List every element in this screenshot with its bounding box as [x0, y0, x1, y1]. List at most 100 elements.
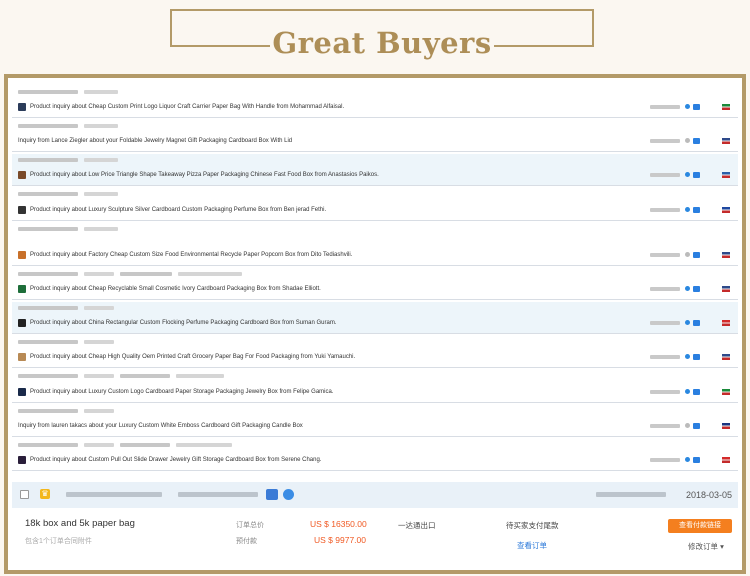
modify-order-dropdown[interactable]: 修改订单 ▾: [688, 541, 724, 552]
inquiry-text[interactable]: Inquiry from lauren takacs about your Lu…: [18, 423, 303, 429]
blurred-meta: [18, 272, 78, 276]
product-thumbnail: [18, 251, 26, 259]
inquiry-text[interactable]: Product inquiry about Cheap High Quality…: [30, 354, 355, 360]
chat-icon[interactable]: [283, 489, 294, 500]
ca-flag: [722, 320, 730, 326]
inquiry-text[interactable]: Product inquiry about Luxury Custom Logo…: [30, 389, 334, 395]
product-thumbnail: [18, 285, 26, 293]
chat-icon[interactable]: [693, 320, 700, 326]
inquiry-row[interactable]: Product inquiry about Cheap High Quality…: [12, 336, 738, 368]
order-header: ♛ 2018-03-05: [12, 482, 738, 508]
buyer-name-blurred: [650, 287, 680, 291]
buyer-name-blurred: [650, 424, 680, 428]
blurred-meta: [84, 90, 118, 94]
inquiry-text[interactable]: Product inquiry about Luxury Sculpture S…: [30, 207, 326, 213]
inquiry-text[interactable]: Product inquiry about China Rectangular …: [30, 320, 336, 326]
chat-icon[interactable]: [693, 138, 700, 144]
product-thumbnail: [18, 388, 26, 396]
blurred-meta: [84, 306, 114, 310]
blurred-meta: [84, 409, 114, 413]
blurred-meta: [178, 272, 242, 276]
chat-icon[interactable]: [693, 172, 700, 178]
inquiry-text[interactable]: Inquiry from Lance Ziegler about your Fo…: [18, 138, 292, 144]
chat-icon[interactable]: [693, 286, 700, 292]
frame-line: [170, 9, 172, 47]
inquiry-row[interactable]: Product inquiry about Custom Pull Out Sl…: [12, 439, 738, 471]
blurred-meta: [120, 374, 170, 378]
buyer-name-blurred: [650, 253, 680, 257]
au-flag: [722, 423, 730, 429]
chat-icon[interactable]: [693, 457, 700, 463]
blurred-meta: [120, 272, 172, 276]
blurred-meta: [120, 443, 170, 447]
page-header: Great Buyers: [0, 0, 750, 68]
inquiry-text[interactable]: Product inquiry about Low Price Triangle…: [30, 172, 379, 178]
buyer-name-blurred: [650, 105, 680, 109]
blurred-meta: [18, 124, 78, 128]
online-status-icon: [685, 423, 690, 428]
inquiry-text[interactable]: Product inquiry about Cheap Custom Print…: [30, 104, 344, 110]
inquiry-text[interactable]: Product inquiry about Factory Cheap Cust…: [30, 252, 352, 258]
blurred-meta: [84, 124, 118, 128]
online-status-icon: [685, 207, 690, 212]
blurred-meta: [84, 443, 114, 447]
inquiry-row[interactable]: Product inquiry about Factory Cheap Cust…: [12, 223, 738, 266]
blurred-meta: [18, 158, 78, 162]
online-status-icon: [685, 252, 690, 257]
product-thumbnail: [18, 206, 26, 214]
payment-status: 待买家支付尾款: [506, 521, 559, 530]
order-number-blurred: [66, 492, 162, 497]
product-thumbnail: [18, 353, 26, 361]
blurred-meta: [84, 272, 114, 276]
order-checkbox[interactable]: [20, 490, 29, 499]
fr-flag: [722, 207, 730, 213]
inquiry-row[interactable]: Product inquiry about Cheap Custom Print…: [12, 86, 738, 118]
chat-icon[interactable]: [693, 423, 700, 429]
online-status-icon: [685, 104, 690, 109]
contact-card-icon[interactable]: [266, 489, 278, 500]
inquiry-row[interactable]: Product inquiry about Low Price Triangle…: [12, 154, 738, 186]
inquiry-row[interactable]: Inquiry from Lance Ziegler about your Fo…: [12, 120, 738, 152]
chat-icon[interactable]: [693, 354, 700, 360]
us-flag: [722, 252, 730, 258]
online-status-icon: [685, 138, 690, 143]
blurred-meta: [18, 409, 78, 413]
page-title: Great Buyers: [272, 26, 492, 60]
blurred-meta: [84, 192, 118, 196]
inquiry-row[interactable]: Product inquiry about Luxury Sculpture S…: [12, 188, 738, 221]
blurred-meta: [18, 306, 78, 310]
online-status-icon: [685, 389, 690, 394]
chat-icon[interactable]: [693, 389, 700, 395]
inquiry-row[interactable]: Product inquiry about Luxury Custom Logo…: [12, 370, 738, 403]
inquiry-row[interactable]: Inquiry from lauren takacs about your Lu…: [12, 405, 738, 437]
view-payment-link-button[interactable]: 查看付款链接: [668, 519, 732, 533]
chat-icon[interactable]: [693, 252, 700, 258]
inquiry-row[interactable]: Product inquiry about Cheap Recyclable S…: [12, 268, 738, 300]
se-flag: [722, 172, 730, 178]
buyer-name-blurred: [650, 139, 680, 143]
view-order-link[interactable]: 查看订单: [517, 540, 547, 551]
blurred-meta: [18, 374, 78, 378]
inquiry-text[interactable]: Product inquiry about Custom Pull Out Sl…: [30, 457, 321, 463]
blurred-meta: [18, 340, 78, 344]
chat-icon[interactable]: [693, 104, 700, 110]
salesperson-blurred: [596, 492, 666, 497]
blurred-meta: [84, 340, 114, 344]
inquiry-row[interactable]: Product inquiry about China Rectangular …: [12, 302, 738, 334]
total-value: US $ 16350.00: [310, 519, 367, 529]
buyer-name-blurred: [650, 390, 680, 394]
ae-flag: [722, 389, 730, 395]
total-label: 订单总价: [236, 522, 264, 529]
product-thumbnail: [18, 319, 26, 327]
product-thumbnail: [18, 456, 26, 464]
buyer-name-blurred: [178, 492, 258, 497]
ca-flag: [722, 457, 730, 463]
order-attachment-note: 包含1个订单合同附件: [25, 538, 92, 545]
product-thumbnail: [18, 171, 26, 179]
blurred-meta: [18, 443, 78, 447]
blurred-meta: [84, 374, 114, 378]
blurred-meta: [18, 90, 78, 94]
inquiry-text[interactable]: Product inquiry about Cheap Recyclable S…: [30, 286, 321, 292]
chat-icon[interactable]: [693, 207, 700, 213]
frame-line: [170, 45, 270, 47]
